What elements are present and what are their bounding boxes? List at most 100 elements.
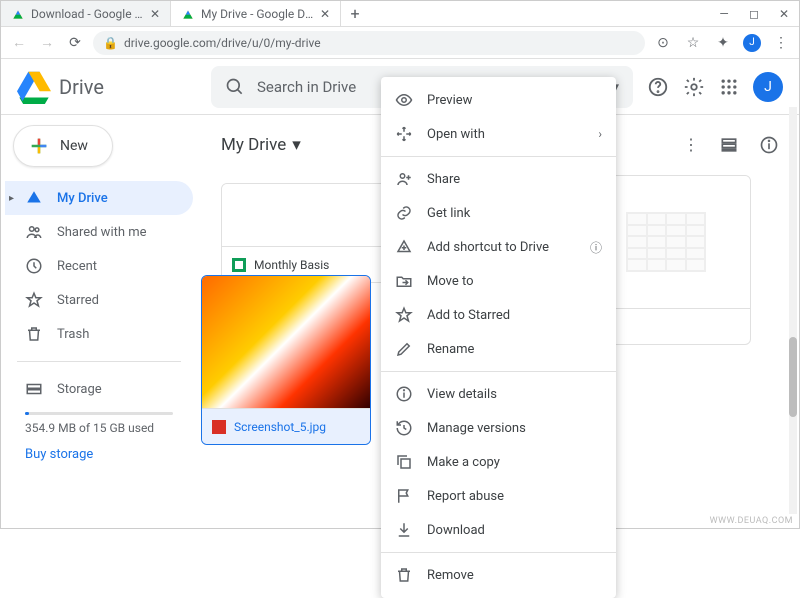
sidebar-item-storage[interactable]: Storage [5,372,193,406]
close-icon[interactable]: ✕ [320,7,330,21]
person-plus-icon [395,170,413,188]
ctx-shortcut[interactable]: Add shortcut to Drive ⓘ [381,230,616,264]
image-icon [212,420,226,434]
sidebar-item-starred[interactable]: Starred [5,283,193,317]
more-options-icon[interactable]: ⋮ [683,135,699,155]
apps-icon[interactable] [719,77,739,97]
ctx-label: Add to Starred [427,308,510,323]
ctx-openwith[interactable]: Open with› [381,117,616,151]
star-icon[interactable]: ☆ [683,35,703,51]
sidebar-item-label: Trash [57,327,89,342]
lock-icon: 🔒 [103,36,118,50]
ctx-share[interactable]: Share [381,162,616,196]
eye-icon [395,91,413,109]
scrollbar-thumb[interactable] [789,337,797,417]
ctx-moveto[interactable]: Move to [381,264,616,298]
browser-profile-avatar[interactable]: J [743,34,761,52]
new-button-label: New [60,138,88,154]
sidebar-item-my-drive[interactable]: My Drive [5,181,193,215]
star-icon [395,306,413,324]
new-tab-button[interactable]: + [341,1,369,26]
help-icon[interactable]: ⓘ [590,239,602,256]
ctx-label: Add shortcut to Drive [427,240,549,255]
scrollbar[interactable] [789,107,797,514]
breadcrumb[interactable]: My Drive ▾ [221,135,301,155]
sidebar-item-shared[interactable]: Shared with me [5,215,193,249]
window-controls: — ◻ ✕ [709,1,799,26]
buy-storage-link[interactable]: Buy storage [25,447,173,462]
sidebar-item-label: Starred [57,293,99,308]
drive-add-icon [395,238,413,256]
menu-icon[interactable]: ⋮ [771,35,791,51]
file-card-monthly[interactable]: Monthly Basis [221,183,391,283]
browser-tab-0[interactable]: Download - Google Drive ✕ [1,1,171,26]
image-thumbnail [202,276,370,408]
sidebar-item-trash[interactable]: Trash [5,317,193,351]
breadcrumb-label: My Drive [221,135,286,155]
info-icon [395,385,413,403]
new-button[interactable]: New [13,125,113,167]
sidebar-item-label: Storage [57,382,102,397]
close-window-button[interactable]: ✕ [769,1,799,26]
ctx-label: Report abuse [427,489,504,504]
ctx-details[interactable]: View details [381,377,616,411]
ctx-label: Download [427,523,485,538]
account-avatar[interactable]: J [753,72,783,102]
back-button[interactable]: ← [9,34,29,51]
ctx-addstar[interactable]: Add to Starred [381,298,616,332]
forward-button[interactable]: → [37,34,57,51]
info-icon[interactable] [759,135,779,155]
openwith-icon [395,125,413,143]
flag-icon [395,487,413,505]
maximize-button[interactable]: ◻ [739,1,769,26]
minimize-button[interactable]: — [709,1,739,26]
copy-icon [395,453,413,471]
sheets-icon [232,258,246,272]
context-menu: Preview Open with› Share Get link Add shortc… [381,77,616,598]
ctx-label: Move to [427,274,474,289]
ctx-label: Manage versions [427,421,526,436]
ctx-label: Make a copy [427,455,500,470]
search-placeholder: Search in Drive [257,78,356,96]
chevron-right-icon: › [598,127,602,141]
list-view-icon[interactable] [719,135,739,155]
ctx-copy[interactable]: Make a copy [381,445,616,479]
address-bar[interactable]: 🔒 drive.google.com/drive/u/0/my-drive [93,31,645,55]
ctx-rename[interactable]: Rename [381,332,616,366]
tab-title: Download - Google Drive [31,7,144,21]
ctx-download[interactable]: Download [381,513,616,547]
file-name: Monthly Basis [254,258,329,272]
app-name: Drive [59,75,104,99]
extensions-icon[interactable]: ✦ [713,35,733,51]
ctx-preview[interactable]: Preview [381,83,616,117]
storage-meter [25,412,173,415]
ctx-getlink[interactable]: Get link [381,196,616,230]
pencil-icon [395,340,413,358]
history-icon [395,419,413,437]
search-icon [225,77,245,97]
file-card-screenshot[interactable]: Screenshot_5.jpg [201,275,371,445]
ctx-abuse[interactable]: Report abuse [381,479,616,513]
reload-button[interactable]: ⟳ [65,35,85,51]
storage-usage-text: 354.9 MB of 15 GB used [25,421,173,435]
sidebar-item-recent[interactable]: Recent [5,249,193,283]
sidebar-item-label: Recent [57,259,97,274]
drive-logo[interactable]: Drive [17,70,197,104]
ctx-remove[interactable]: Remove [381,558,616,592]
close-icon[interactable]: ✕ [150,7,160,21]
ctx-label: Rename [427,342,474,357]
folder-move-icon [395,272,413,290]
link-icon [395,204,413,222]
settings-icon[interactable] [683,76,705,98]
ctx-label: Remove [427,568,474,583]
zoom-icon[interactable]: ⊙ [653,35,673,51]
ctx-versions[interactable]: Manage versions [381,411,616,445]
ctx-label: Preview [427,93,472,108]
ctx-label: Get link [427,206,470,221]
file-name: Screenshot_5.jpg [234,420,326,434]
drive-favicon [181,7,195,21]
support-icon[interactable] [647,76,669,98]
sidebar: New My Drive Shared with me Recent Starr… [1,115,201,528]
browser-tab-1[interactable]: My Drive - Google Drive ✕ [171,1,341,26]
ctx-label: Share [427,172,460,187]
